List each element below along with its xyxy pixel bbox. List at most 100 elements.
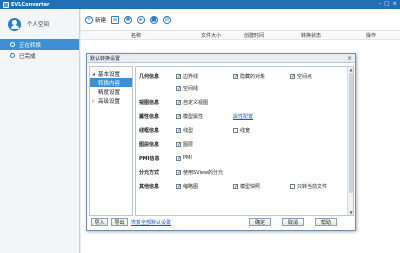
option-linewidth[interactable]: 线宽 xyxy=(233,127,250,134)
play-icon[interactable]: ▸ xyxy=(137,15,146,24)
option-label: 使用SView的分元 xyxy=(183,170,224,176)
option-points[interactable]: ✓ 空间点 xyxy=(290,73,312,80)
col-action[interactable]: 操作 xyxy=(366,32,376,39)
option-sview[interactable]: ✓ 使用SView的分元 xyxy=(176,169,223,176)
column-header: 名称 文件大小 创建时间 转换状态 操作 xyxy=(81,31,400,40)
close-icon[interactable]: × xyxy=(392,0,397,9)
reset-defaults-link[interactable]: 恢复全部默认设置 xyxy=(131,219,171,226)
stop-icon[interactable]: ■ xyxy=(150,15,159,24)
avatar-icon xyxy=(8,17,21,31)
gear-icon[interactable]: ✱ xyxy=(124,15,133,24)
option-current-file[interactable]: 只转当前文件 xyxy=(290,183,327,190)
option-edges[interactable]: ✓ 边界线 xyxy=(176,73,198,80)
checkbox-checked[interactable]: ✓ xyxy=(176,86,181,92)
ok-button[interactable]: 确定 xyxy=(249,218,271,226)
category-property: 属性信息 xyxy=(139,114,160,120)
options-panel: 几何信息 ✓ 边界线 ✓ 隐藏的对象 ✓ 空间点 ✓ 空间线 视图信息 ✓ 自定义视图 属… xyxy=(135,66,354,216)
option-label: 空间线 xyxy=(183,86,199,92)
tree-label: 精度设置 xyxy=(98,89,121,96)
category-sep: 分元方式 xyxy=(139,170,160,176)
row-geometry-2: ✓ 空间线 xyxy=(136,84,346,94)
checkbox-checked[interactable]: ✓ xyxy=(176,184,181,190)
row-sep: 分元方式 ✓ 使用SView的分元 xyxy=(136,168,346,178)
category-linetype: 线框信息 xyxy=(139,128,160,134)
option-layer[interactable]: ✓ 图层 xyxy=(176,141,193,148)
delete-icon[interactable]: ⊘ xyxy=(163,15,172,24)
sidebar-item-converting[interactable]: 正在转换 xyxy=(0,39,79,50)
attr-config-link[interactable]: 属性配置 xyxy=(233,113,253,120)
option-label: 边界线 xyxy=(183,74,199,80)
checkbox-checked[interactable]: ✓ xyxy=(176,170,181,176)
category-pmi: PMI信息 xyxy=(139,156,160,162)
category-view: 视图信息 xyxy=(139,100,160,106)
option-label: 线宽 xyxy=(240,128,251,134)
checkbox-checked[interactable]: ✓ xyxy=(176,100,181,106)
option-model-snapshot[interactable]: ✓ 模型快照 xyxy=(233,183,260,190)
row-other: 其他信息 ✓ 缩略图 ✓ 模型快照 只转当前文件 xyxy=(136,182,346,192)
export-button[interactable]: 导出 xyxy=(111,218,128,226)
option-spacelines[interactable]: ✓ 空间线 xyxy=(176,85,198,92)
import-button[interactable]: 导入 xyxy=(91,218,108,226)
row-linetype: 线框信息 ✓ 线型 线宽 xyxy=(136,126,346,136)
checkbox-checked[interactable]: ✓ xyxy=(176,74,181,80)
scroll-down-icon[interactable]: ▼ xyxy=(348,210,353,215)
user-space[interactable]: 个人空间 xyxy=(0,9,79,39)
option-label: 只转当前文件 xyxy=(297,184,328,190)
option-hidden[interactable]: ✓ 隐藏的对象 xyxy=(233,73,265,80)
maximize-icon[interactable]: □ xyxy=(384,0,389,9)
minimize-icon[interactable]: – xyxy=(378,0,381,9)
tree-item-basic[interactable]: ◢ 基本设置 xyxy=(90,69,132,78)
col-size[interactable]: 文件大小 xyxy=(201,32,221,39)
toolbar: + 新建 ≡ ✱ ▸ ■ ⊘ xyxy=(81,9,400,31)
option-label: 模型快照 xyxy=(240,184,261,190)
dialog-title: 默认转换设置 xyxy=(90,55,121,62)
option-label: 自定义视图 xyxy=(183,100,209,106)
sidebar-item-completed[interactable]: 已完成 xyxy=(0,50,79,61)
option-label: 隐藏的对象 xyxy=(240,74,266,80)
col-name[interactable]: 名称 xyxy=(131,32,141,39)
option-label: 图层 xyxy=(183,142,194,148)
file-icon[interactable]: ≡ xyxy=(111,15,120,24)
option-label: 空间点 xyxy=(297,74,313,80)
option-pmi[interactable]: ✓ PMI xyxy=(176,155,192,161)
checkbox-checked[interactable]: ✓ xyxy=(233,184,238,190)
checkbox-checked[interactable]: ✓ xyxy=(233,74,238,80)
checkbox-unchecked[interactable] xyxy=(233,128,238,133)
checkbox-checked[interactable]: ✓ xyxy=(176,128,181,134)
checkbox-unchecked[interactable] xyxy=(290,184,295,189)
new-button[interactable]: + 新建 xyxy=(85,15,107,24)
scrollbar-thumb[interactable] xyxy=(349,73,353,193)
checkbox-checked[interactable]: ✓ xyxy=(176,114,181,120)
col-status[interactable]: 转换状态 xyxy=(301,32,321,39)
checkbox-checked[interactable]: ✓ xyxy=(176,155,181,161)
collapse-icon[interactable]: ◢ xyxy=(92,71,96,76)
dialog-title-bar: 默认转换设置 × xyxy=(87,54,355,63)
checkbox-checked[interactable]: ✓ xyxy=(176,142,181,148)
col-created[interactable]: 创建时间 xyxy=(244,32,264,39)
tree-item-convert[interactable]: 转换内容 xyxy=(90,78,132,87)
cancel-button[interactable]: 取消 xyxy=(282,218,304,226)
help-button[interactable]: 帮助 xyxy=(315,218,337,226)
scroll-up-icon[interactable]: ▲ xyxy=(348,67,353,72)
dialog-footer: 导入 导出 恢复全部默认设置 确定 取消 帮助 xyxy=(89,218,353,229)
category-geometry: 几何信息 xyxy=(139,74,160,80)
option-label: 线型 xyxy=(183,128,194,134)
option-linetype[interactable]: ✓ 线型 xyxy=(176,127,193,134)
close-icon[interactable]: × xyxy=(347,55,352,62)
option-model-attr[interactable]: ✓ 模型属性 xyxy=(176,113,203,120)
tree-label: 转换内容 xyxy=(98,80,121,87)
expand-icon[interactable]: ▷ xyxy=(92,98,96,103)
scrollbar[interactable]: ▲ ▼ xyxy=(347,67,353,215)
option-thumbnail[interactable]: ✓ 缩略图 xyxy=(176,183,198,190)
option-custom-view[interactable]: ✓ 自定义视图 xyxy=(176,99,208,106)
tree-item-advanced[interactable]: ▷ 高级设置 xyxy=(90,96,132,105)
tree-item-precision[interactable]: 精度设置 xyxy=(90,87,132,96)
checkbox-checked[interactable]: ✓ xyxy=(290,74,295,80)
settings-tree: ◢ 基本设置 转换内容 精度设置 ▷ 高级设置 xyxy=(89,66,133,216)
sidebar-item-label: 正在转换 xyxy=(19,42,42,49)
new-button-label: 新建 xyxy=(95,17,107,24)
option-label: 缩略图 xyxy=(183,184,199,190)
sidebar: 个人空间 正在转换 已完成 xyxy=(0,9,80,253)
category-other: 其他信息 xyxy=(139,184,160,190)
option-label: PMI xyxy=(183,155,192,161)
